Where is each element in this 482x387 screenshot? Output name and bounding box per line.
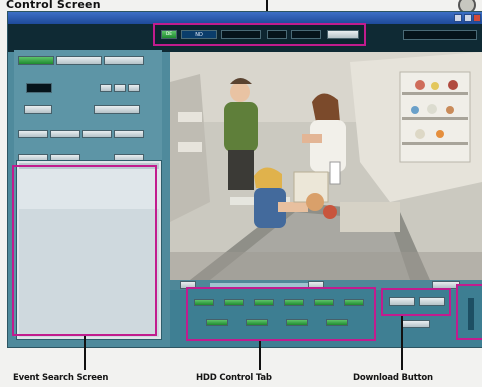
download-button-caption: Download Button [353,373,433,383]
download-button-2[interactable] [419,297,445,306]
panel-button-2[interactable] [114,84,126,92]
panel-button-6[interactable] [18,130,48,138]
side-tab-icon[interactable] [468,298,474,330]
hdd-button-4[interactable] [284,299,304,306]
control-screen-caption: Control Screen [6,0,101,11]
panel-button-8[interactable] [82,130,112,138]
tab-secondary[interactable] [56,56,102,65]
secondary-button[interactable] [402,320,430,328]
status-field-2 [267,30,287,39]
hdd-control-leader-line [259,341,261,370]
hdd-button-9[interactable] [286,319,308,326]
maximize-icon[interactable] [464,14,472,22]
surveillance-image [170,52,482,280]
clock-display [403,30,477,40]
tab-primary[interactable] [18,56,54,65]
hdd-button-10[interactable] [326,319,348,326]
hdd-button-6[interactable] [344,299,364,306]
hdd-button-7[interactable] [206,319,228,326]
status-field-1 [221,30,261,39]
hdd-control-tab [186,287,376,341]
download-button-area [381,288,451,316]
panel-button-4[interactable] [24,105,52,114]
camera-view[interactable] [170,52,482,280]
panel-button-9[interactable] [114,130,144,138]
hdd-button-1[interactable] [194,299,214,306]
side-panel-highlight [456,284,482,340]
corner-area [452,0,482,14]
camera-number-display [26,83,52,93]
panel-button-1[interactable] [100,84,112,92]
status-field-3 [291,30,321,39]
event-search-leader-line [84,336,86,370]
panel-button-5[interactable] [94,105,140,114]
mode-display: ND [181,30,217,39]
panel-button-3[interactable] [128,84,140,92]
recording-mode-indicator[interactable]: DE [161,30,177,39]
hdd-button-3[interactable] [254,299,274,306]
close-icon[interactable] [473,14,481,22]
download-leader-line [401,316,403,370]
hdd-button-8[interactable] [246,319,268,326]
minimize-icon[interactable] [454,14,462,22]
status-display-box: DE ND [153,23,366,46]
event-search-caption: Event Search Screen [13,373,109,383]
hdd-control-caption: HDD Control Tab [196,373,272,383]
hdd-button-5[interactable] [314,299,334,306]
status-button[interactable] [327,30,359,39]
download-button-1[interactable] [389,297,415,306]
panel-button-7[interactable] [50,130,80,138]
hdd-button-2[interactable] [224,299,244,306]
product-logo [10,28,60,44]
event-search-highlight [12,165,157,336]
tab-tertiary[interactable] [104,56,144,65]
